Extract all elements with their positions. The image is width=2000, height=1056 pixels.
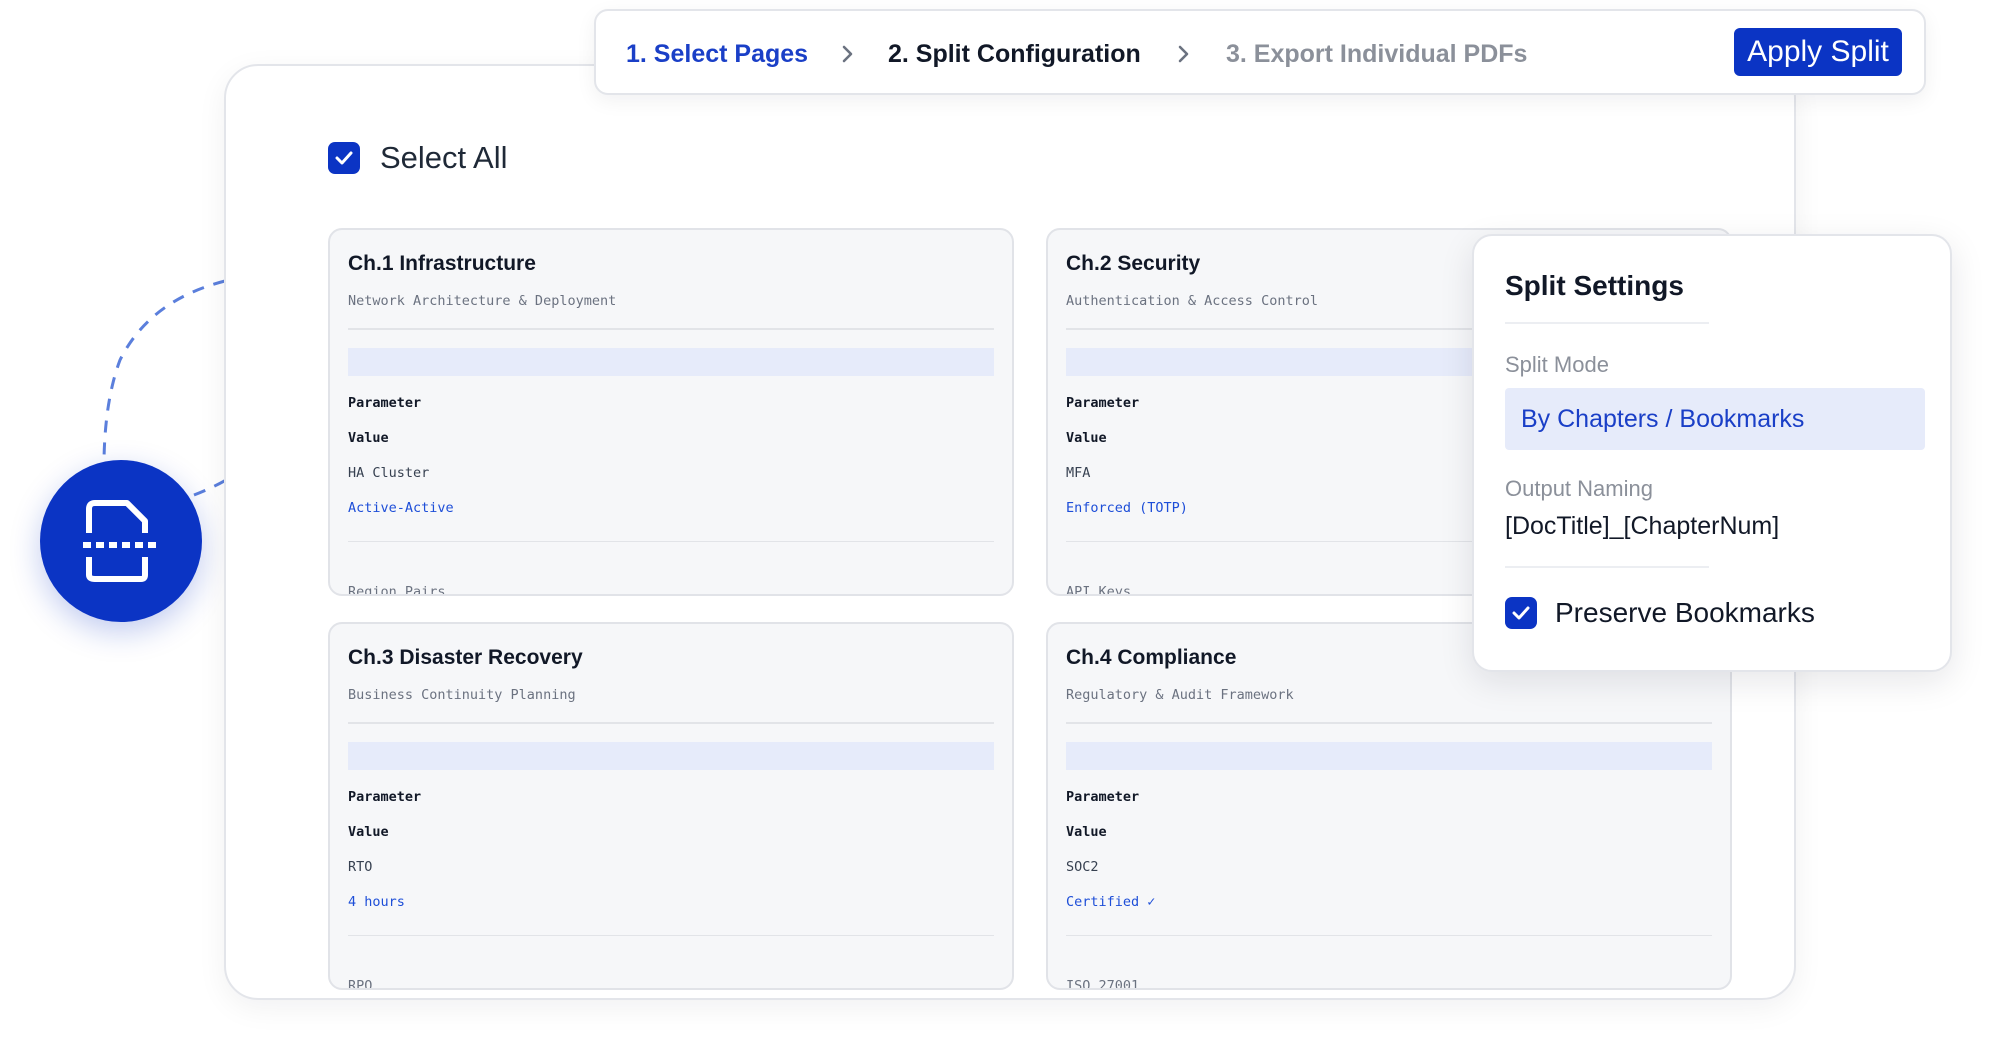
checkmark-icon	[335, 151, 353, 165]
preserve-bookmarks-checkbox[interactable]	[1505, 597, 1537, 629]
divider	[348, 541, 994, 542]
chapter-subtitle: Regulatory & Audit Framework	[1066, 687, 1294, 703]
divider	[348, 935, 994, 936]
preserve-bookmarks-label: Preserve Bookmarks	[1555, 597, 1815, 628]
split-stepper: 1. Select Pages 2. Split Configuration 3…	[594, 9, 1926, 95]
parameter-name: SOC2	[1066, 859, 1099, 875]
chapter-title: Ch.1 Infrastructure	[348, 252, 536, 275]
parameter-name: ISO 27001	[1066, 978, 1140, 990]
output-naming-label: Output Naming	[1505, 476, 1653, 501]
divider	[348, 328, 994, 330]
parameter-name: Region Pairs	[348, 584, 446, 596]
output-naming-field[interactable]: [DocTitle]_[ChapterNum]	[1505, 512, 1779, 541]
step-split-configuration[interactable]: 2. Split Configuration	[888, 39, 1141, 69]
step-export-pdfs[interactable]: 3. Export Individual PDFs	[1226, 39, 1527, 69]
table-header-bar	[348, 348, 994, 376]
select-all-control[interactable]: Select All	[328, 140, 508, 176]
chevron-right-icon	[838, 39, 858, 69]
parameter-header: Parameter	[1066, 789, 1140, 805]
table-header-bar	[348, 742, 994, 770]
value-header: Value	[1066, 824, 1107, 840]
value-header: Value	[348, 430, 389, 446]
chapter-card-4[interactable]: Ch.4 Compliance Regulatory & Audit Frame…	[1046, 622, 1732, 990]
chapter-subtitle: Network Architecture & Deployment	[348, 293, 617, 309]
parameter-name: RPO	[348, 978, 373, 990]
chapter-card-3[interactable]: Ch.3 Disaster Recovery Business Continui…	[328, 622, 1014, 990]
split-settings-panel: Split Settings Split Mode By Chapters / …	[1472, 234, 1952, 672]
parameter-header: Parameter	[348, 789, 422, 805]
preserve-bookmarks-control[interactable]: Preserve Bookmarks	[1505, 597, 1815, 629]
parameter-name: RTO	[348, 859, 373, 875]
parameter-value: Active-Active	[348, 500, 454, 516]
chapter-title: Ch.3 Disaster Recovery	[348, 646, 583, 669]
divider	[348, 722, 994, 724]
table-header-bar	[1066, 742, 1712, 770]
settings-title: Split Settings	[1505, 270, 1684, 301]
divider	[1505, 322, 1709, 324]
parameter-value: Certified ✓	[1066, 894, 1156, 910]
chapter-card-1[interactable]: Ch.1 Infrastructure Network Architecture…	[328, 228, 1014, 596]
divider	[1066, 935, 1712, 936]
parameter-header: Parameter	[348, 395, 422, 411]
parameter-value: 4 hours	[348, 894, 405, 910]
apply-split-button[interactable]: Apply Split	[1734, 28, 1902, 76]
checkmark-icon	[1512, 606, 1530, 620]
parameter-name: API Keys	[1066, 584, 1132, 596]
parameter-name: HA Cluster	[348, 465, 430, 481]
chapter-subtitle: Business Continuity Planning	[348, 687, 576, 703]
select-all-label: Select All	[380, 140, 508, 175]
split-mode-label: Split Mode	[1505, 352, 1609, 377]
split-mode-select[interactable]: By Chapters / Bookmarks	[1505, 388, 1925, 450]
split-document-icon	[83, 500, 159, 582]
divider	[1505, 566, 1709, 568]
step-select-pages[interactable]: 1. Select Pages	[626, 39, 808, 69]
split-document-badge	[40, 460, 202, 622]
value-header: Value	[348, 824, 389, 840]
chevron-right-icon	[1174, 39, 1194, 69]
divider	[1066, 722, 1712, 724]
select-all-checkbox[interactable]	[328, 142, 360, 174]
